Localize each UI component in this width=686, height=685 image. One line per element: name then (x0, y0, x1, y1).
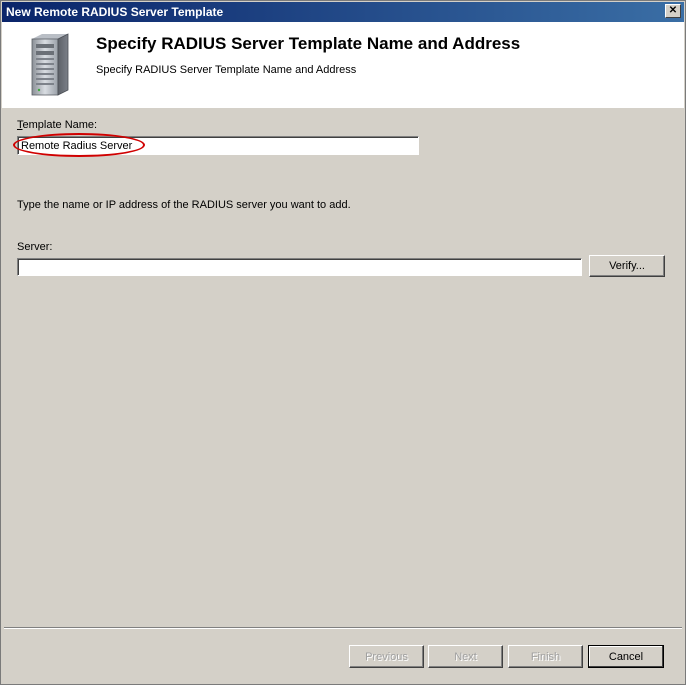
server-instructions: Type the name or IP address of the RADIU… (17, 199, 351, 211)
page-title: Specify RADIUS Server Template Name and … (96, 34, 521, 53)
next-button[interactable]: Next (428, 645, 503, 668)
template-name-label: Template Name: (17, 119, 97, 131)
server-input[interactable] (17, 258, 582, 276)
server-label: Server: (17, 241, 53, 253)
finish-button[interactable]: Finish (508, 645, 583, 668)
close-icon: ✕ (668, 5, 678, 16)
verify-button[interactable]: Verify... (589, 255, 665, 277)
server-icon (31, 33, 69, 96)
cancel-button[interactable]: Cancel (588, 645, 664, 668)
window-title: New Remote RADIUS Server Template (6, 5, 224, 19)
close-button[interactable]: ✕ (665, 4, 681, 18)
previous-button[interactable]: Previous (349, 645, 424, 668)
footer-separator (4, 627, 682, 629)
template-name-label-rest: emplate Name: (22, 119, 98, 131)
template-name-input[interactable] (17, 136, 419, 155)
wizard-header: Specify RADIUS Server Template Name and … (2, 22, 684, 108)
title-bar[interactable]: New Remote RADIUS Server Template ✕ (2, 2, 684, 22)
dialog-window: New Remote RADIUS Server Template ✕ Spec… (0, 0, 686, 685)
page-subtitle: Specify RADIUS Server Template Name and … (96, 64, 357, 76)
